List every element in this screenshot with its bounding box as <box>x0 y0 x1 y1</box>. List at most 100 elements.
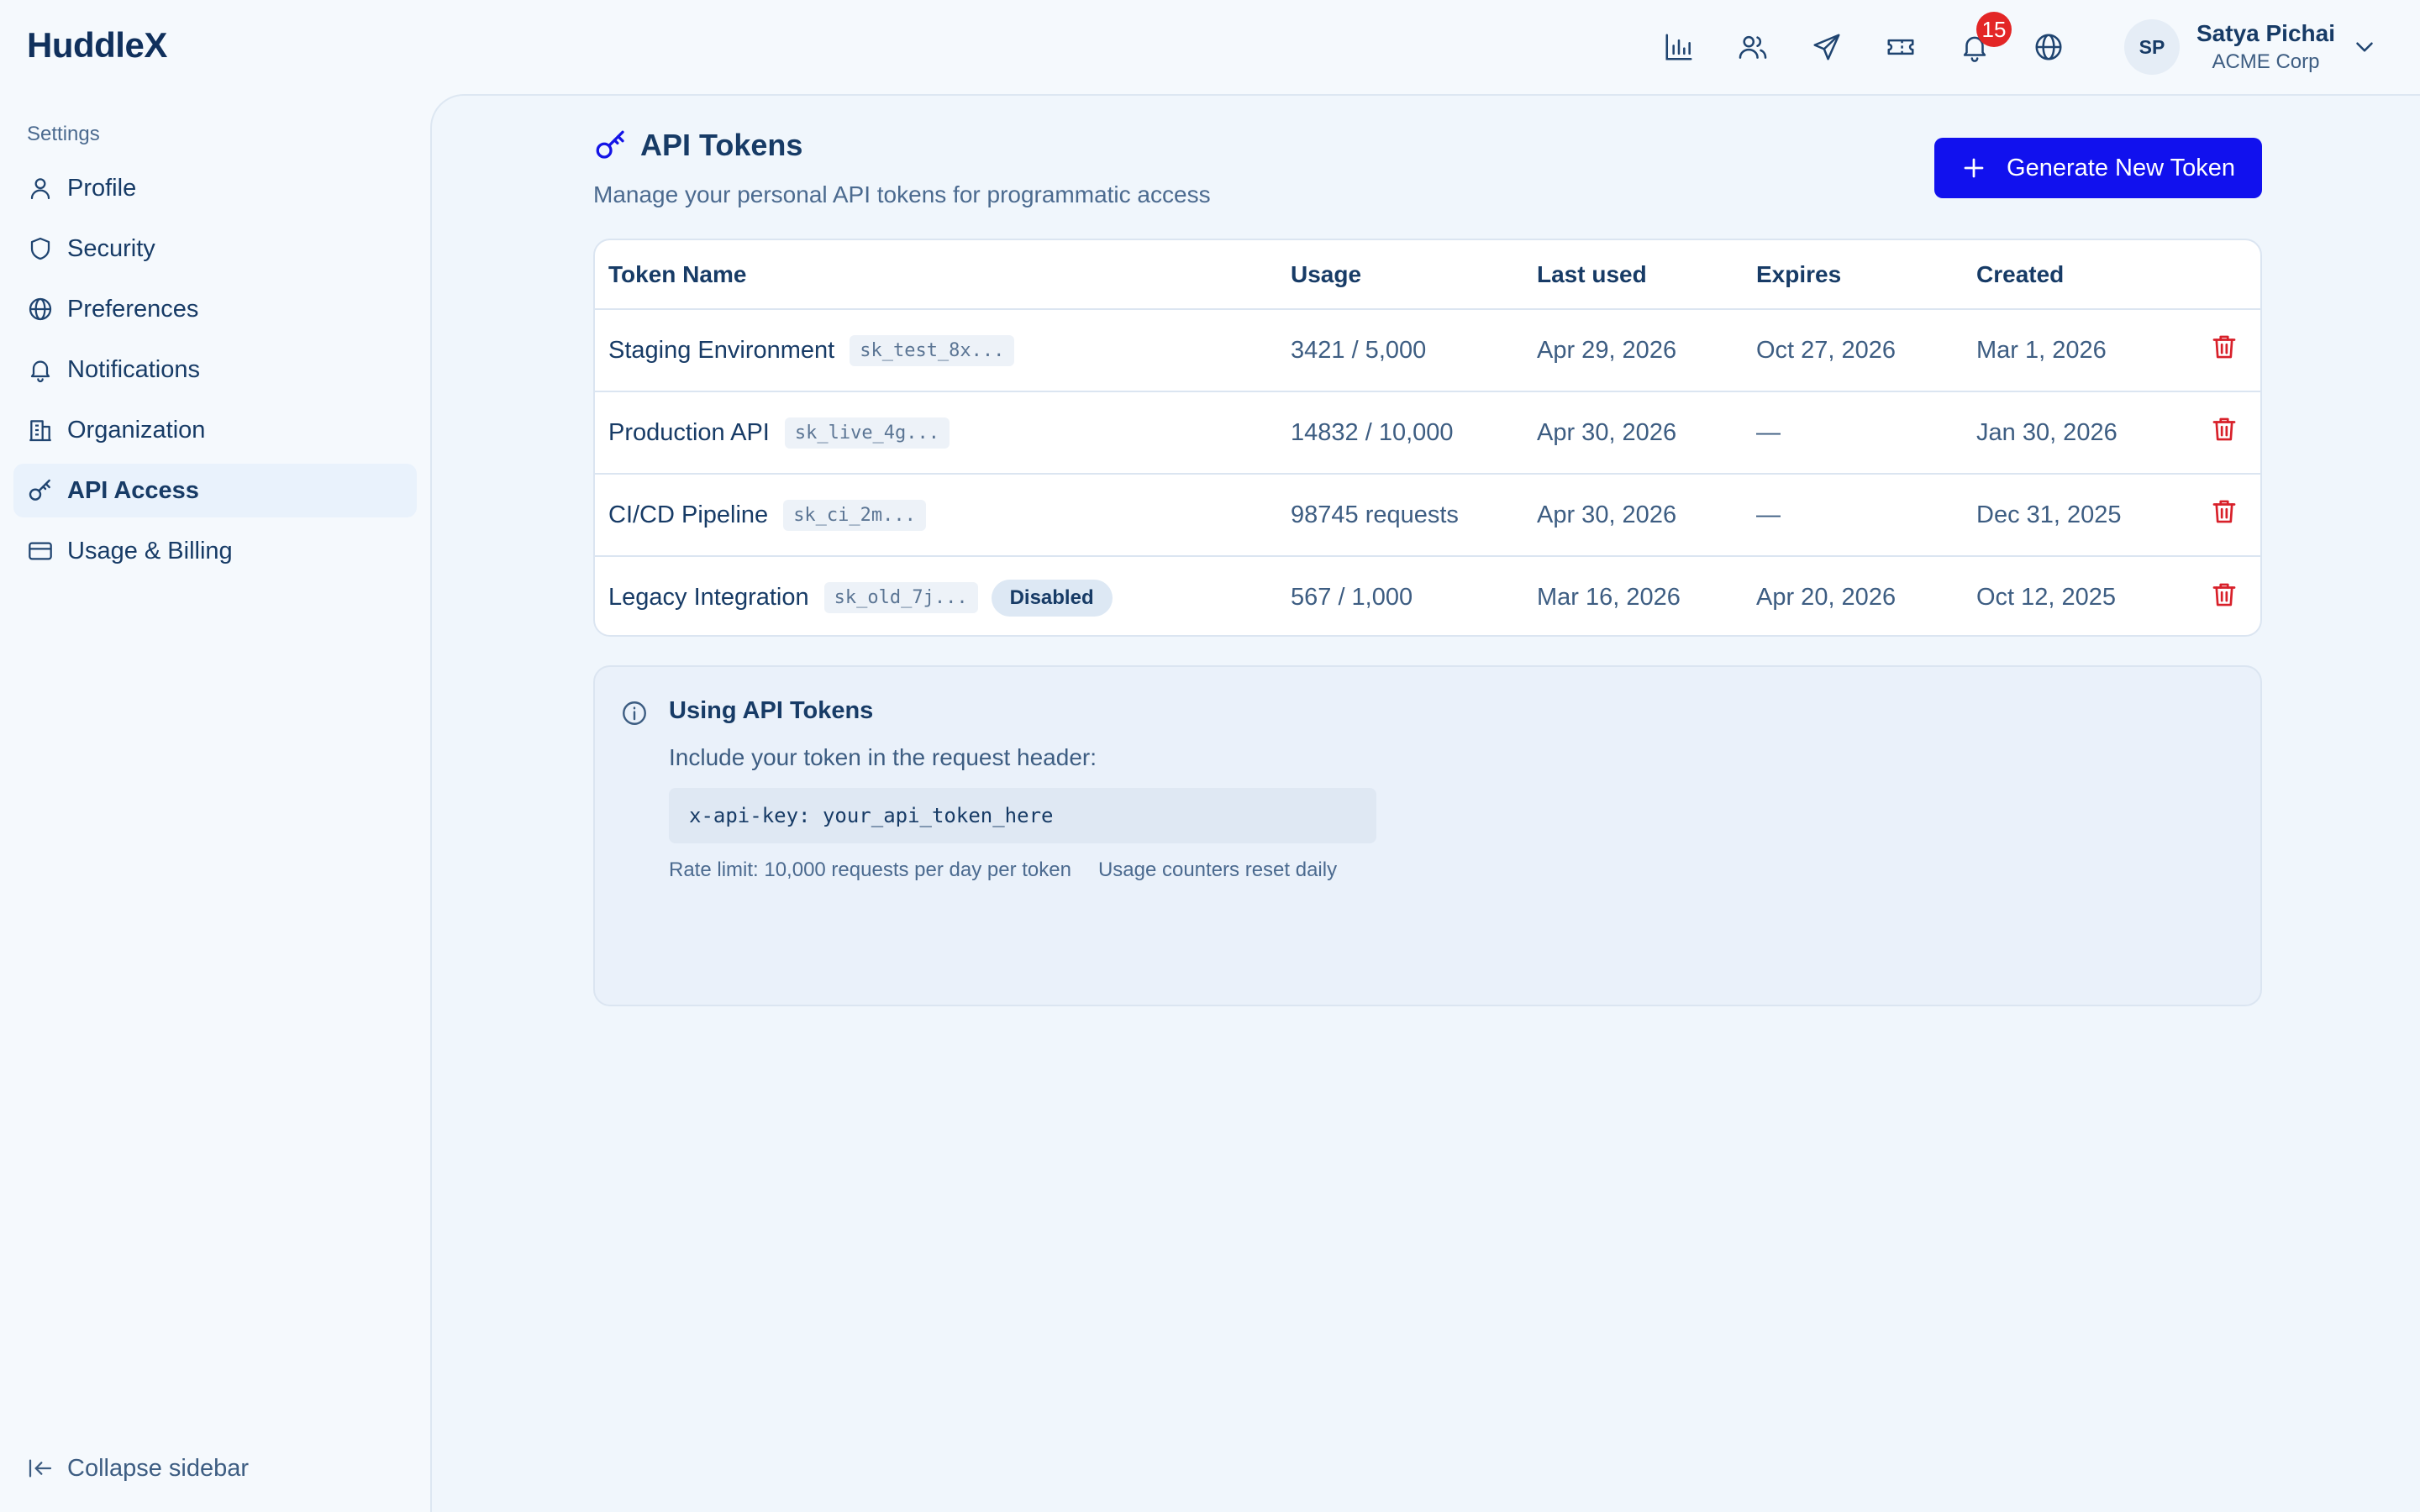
collapse-sidebar-label: Collapse sidebar <box>67 1454 250 1482</box>
sidebar-section-title: Settings <box>27 123 100 145</box>
tokens-table-card: Token Name Usage Last used Expires Creat… <box>593 239 2262 637</box>
token-key-preview: sk_ci_2m... <box>783 499 926 531</box>
column-header-usage[interactable]: Usage <box>1277 240 1523 310</box>
sidebar-item-label: Security <box>67 234 155 262</box>
avatar: SP <box>2124 19 2180 75</box>
trash-icon <box>2212 583 2236 606</box>
token-name-cell: CI/CD Pipeline sk_ci_2m... <box>595 474 1277 557</box>
delete-token-button[interactable] <box>2188 391 2260 475</box>
sidebar-item-label: Preferences <box>67 295 199 323</box>
table-row: Staging Environment sk_test_8x... 3421 /… <box>595 309 2260 392</box>
token-name-group: Legacy Integration sk_old_7j... Disabled <box>608 579 1277 617</box>
token-key-preview: sk_test_8x... <box>850 334 1015 366</box>
trash-icon <box>2212 335 2236 359</box>
delete-token-button[interactable] <box>2188 309 2260 392</box>
column-header-expires[interactable]: Expires <box>1743 240 1963 310</box>
page-subtitle: Manage your personal API tokens for prog… <box>593 181 1211 207</box>
column-header-token-name[interactable]: Token Name <box>595 240 1277 310</box>
team-button[interactable] <box>1731 25 1775 69</box>
page-title: API Tokens <box>640 128 803 162</box>
expires-cell: Apr 20, 2026 <box>1756 584 1897 611</box>
last-used-cell: Apr 30, 2026 <box>1523 474 1743 557</box>
sidebar-item-preferences[interactable]: Preferences <box>13 282 417 336</box>
usage-cell: 567 / 1,000 <box>1291 584 1413 611</box>
table-row: Production API sk_live_4g... 14832 / 10,… <box>595 391 2260 475</box>
notifications-button[interactable]: 15 <box>1953 12 2012 69</box>
sidebar-item-label: Notifications <box>67 355 200 383</box>
sidebar-item-api-access[interactable]: API Access <box>13 464 417 517</box>
generate-token-button[interactable]: Generate New Token <box>1934 138 2262 198</box>
user-info: Satya Pichai ACME Corp <box>2196 18 2335 76</box>
building-icon <box>29 420 51 442</box>
reset-note: Usage counters reset daily <box>1097 858 1338 881</box>
sidebar-item-organization[interactable]: Organization <box>13 403 417 457</box>
usage-cell: 14832 / 10,000 <box>1277 391 1523 475</box>
credit-card-icon <box>29 542 52 560</box>
top-bar: HuddleX 15 SP Satya Pichai ACME Corp <box>0 0 2420 94</box>
user-icon <box>30 178 50 200</box>
user-name: Satya Pichai <box>2196 20 2335 46</box>
expires-cell: Oct 27, 2026 <box>1743 309 1963 392</box>
token-name-group: CI/CD Pipeline sk_ci_2m... <box>608 499 1277 531</box>
analytics-button[interactable] <box>1657 25 1701 69</box>
last-used-cell: Apr 29, 2026 <box>1523 309 1743 392</box>
messages-button[interactable] <box>1805 25 1849 69</box>
token-name: Legacy Integration <box>608 584 809 611</box>
notification-count-badge: 15 <box>1976 12 2012 47</box>
token-name-cell: Legacy Integration sk_old_7j... Disabled <box>595 556 1277 635</box>
ticket-icon <box>1887 39 1914 55</box>
info-footnotes: Rate limit: 10,000 requests per day per … <box>669 858 1337 882</box>
sidebar-item-label: Organization <box>67 416 206 444</box>
last-used-cell: Apr 30, 2026 <box>1523 391 1743 475</box>
sidebar-item-usage-billing[interactable]: Usage & Billing <box>13 524 417 578</box>
users-icon <box>1739 35 1767 59</box>
table-header-row: Token Name Usage Last used Expires Creat… <box>595 240 2260 310</box>
sidebar-item-label: API Access <box>67 476 199 504</box>
trash-icon <box>2212 417 2236 441</box>
bell-icon <box>30 360 50 383</box>
globe-icon <box>2035 34 2062 60</box>
token-name: Production API <box>608 418 770 446</box>
language-button[interactable] <box>2027 25 2070 69</box>
globe-icon <box>29 297 52 321</box>
header-icons: 15 <box>1657 12 2070 69</box>
title-row: API Tokens <box>593 128 1211 163</box>
shield-icon <box>30 237 50 260</box>
info-title: Using API Tokens <box>669 697 874 724</box>
app-logo[interactable]: HuddleX <box>27 25 167 66</box>
table-row: Legacy Integration sk_old_7j... Disabled… <box>595 556 2260 635</box>
sidebar-item-profile[interactable]: Profile <box>13 161 417 215</box>
user-menu[interactable]: SP Satya Pichai ACME Corp <box>2124 17 2379 77</box>
sidebar-item-notifications[interactable]: Notifications <box>13 343 417 396</box>
collapse-arrow-icon <box>29 1459 52 1478</box>
chevron-down-icon[interactable] <box>2350 33 2379 61</box>
sidebar-item-security[interactable]: Security <box>13 222 417 276</box>
usage-info-card: Using API Tokens Include your token in t… <box>593 665 2262 1006</box>
sidebar-nav: Profile Security Preferences Notificatio… <box>13 161 417 585</box>
delete-token-button[interactable] <box>2188 556 2260 635</box>
key-icon <box>29 479 50 501</box>
created-cell: Mar 1, 2026 <box>1963 309 2188 392</box>
sidebar-item-label: Profile <box>67 174 137 202</box>
token-key-preview: sk_old_7j... <box>823 582 978 613</box>
expires-cell: — <box>1743 474 1963 557</box>
token-name: CI/CD Pipeline <box>608 501 769 528</box>
tickets-button[interactable] <box>1879 25 1923 69</box>
token-name-group: Staging Environment sk_test_8x... <box>608 334 1277 366</box>
key-icon <box>596 130 624 159</box>
delete-token-button[interactable] <box>2188 474 2260 557</box>
collapse-sidebar-button[interactable]: Collapse sidebar <box>27 1452 249 1485</box>
token-name-group: Production API sk_live_4g... <box>608 417 1277 449</box>
user-org: ACME Corp <box>2212 50 2320 73</box>
tokens-table: Token Name Usage Last used Expires Creat… <box>595 240 2260 635</box>
column-header-created[interactable]: Created <box>1963 240 2188 310</box>
usage-cell: 98745 requests <box>1277 474 1523 557</box>
generate-token-label: Generate New Token <box>2007 154 2235 181</box>
token-key-preview: sk_live_4g... <box>784 417 950 449</box>
usage-cell: 3421 / 5,000 <box>1277 309 1523 392</box>
info-description: Include your token in the request header… <box>669 744 1097 770</box>
header-code-snippet[interactable]: x-api-key: your_api_token_here <box>669 788 1376 843</box>
main-content: API Tokens Manage your personal API toke… <box>430 94 2420 1512</box>
expires-cell: — <box>1743 391 1963 475</box>
column-header-last-used[interactable]: Last used <box>1523 240 1743 310</box>
